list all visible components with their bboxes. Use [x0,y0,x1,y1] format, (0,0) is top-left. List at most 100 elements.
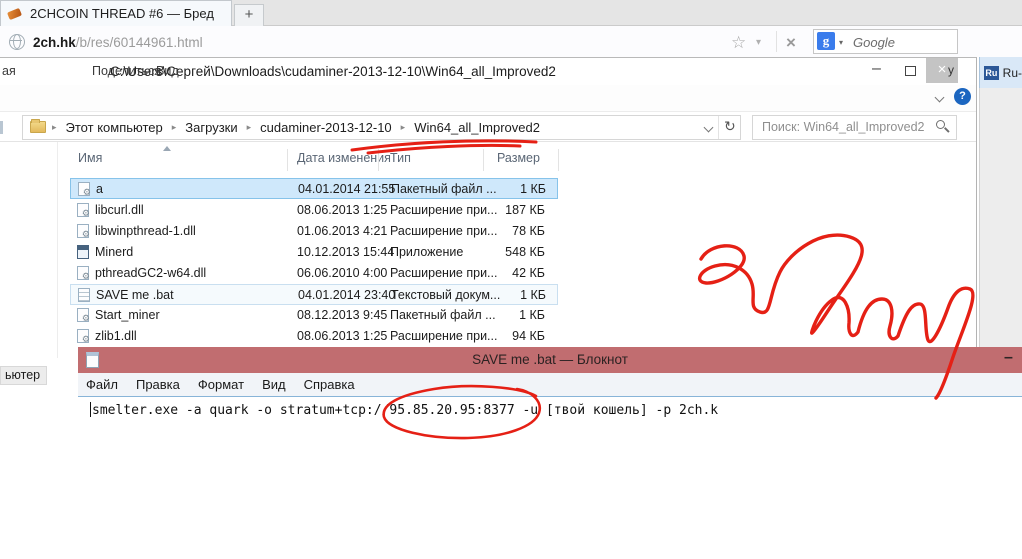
divider [776,31,777,52]
column-header-name[interactable]: Имя [78,151,102,165]
column-header-size[interactable]: Размер [497,151,540,165]
text-file-icon [78,288,90,302]
batch-file-icon [78,182,91,198]
file-name: Start_miner [95,308,160,322]
breadcrumb: ▸ Этот компьютер ▸ Загрузки ▸ cudaminer-… [52,120,540,135]
table-row[interactable]: a 04.01.2014 21:55 Пакетный файл ... 1 К… [70,178,558,199]
menu-view[interactable]: Вид [262,377,286,392]
breadcrumb-downloads[interactable]: Загрузки [185,120,237,135]
minimize-button[interactable]: – [872,60,881,78]
divider [718,116,719,139]
notepad-menubar: Файл Правка Формат Вид Справка [78,373,1022,396]
file-size: 1 КБ [520,182,546,196]
ribbon-tab-home[interactable]: ая [2,64,16,78]
menu-format[interactable]: Формат [198,377,244,392]
breadcrumb-cudaminer[interactable]: cudaminer-2013-12-10 [260,120,392,135]
language-ru-icon[interactable]: Ru [984,65,999,80]
ribbon-tab-view[interactable]: Вид [156,64,179,78]
refresh-button[interactable]: ↻ [724,118,736,135]
favorites-star-icon[interactable]: ☆ [731,33,746,53]
file-size: 1 КБ [520,288,546,302]
folder-icon [30,119,46,133]
ribbon-bar [0,85,976,112]
google-logo-icon[interactable]: g [817,32,835,50]
file-date: 06.06.2010 4:00 [297,266,388,280]
sidebar-item-this-pc[interactable]: ьютер [0,366,48,385]
file-name: a [96,182,103,196]
file-name: libwinpthread-1.dll [95,224,196,238]
menu-help[interactable]: Справка [304,377,355,392]
divider [378,149,379,171]
background-panel [979,88,1022,348]
file-size: 94 КБ [512,329,545,343]
globe-icon [9,34,25,50]
help-button[interactable]: ? [954,88,971,105]
file-date: 04.01.2014 23:40 [298,288,396,302]
browser-tab-active[interactable]: 2CHCOIN THREAD #6 — Бред [0,0,232,26]
file-type: Приложение [390,245,464,259]
stop-button[interactable]: × [786,33,796,53]
text-caret [90,402,91,417]
file-size: 187 КБ [505,203,545,217]
divider [483,149,484,171]
file-date: 08.06.2013 1:25 [297,329,388,343]
table-row[interactable]: libwinpthread-1.dll 01.06.2013 4:21 Расш… [70,221,558,242]
table-row[interactable]: libcurl.dll 08.06.2013 1:25 Расширение п… [70,200,558,221]
breadcrumb-sep-icon: ▸ [171,122,177,132]
search-placeholder: Google [853,35,895,50]
table-row[interactable]: pthreadGC2-w64.dll 06.06.2010 4:00 Расши… [70,263,558,284]
new-tab-button[interactable]: + [234,4,264,26]
notepad-title: SAVE me .bat — Блокнот [472,352,628,367]
notepad-content[interactable]: smelter.exe -a quark -o stratum+tcp://95… [92,403,718,418]
dll-file-icon [77,203,90,219]
table-row[interactable]: Start_miner 08.12.2013 9:45 Пакетный фай… [70,305,558,326]
url-path: /b/res/60144961.html [75,35,203,50]
table-row[interactable]: SAVE me .bat 04.01.2014 23:40 Текстовый … [70,284,558,305]
breadcrumb-this-pc[interactable]: Этот компьютер [66,120,163,135]
batch-file-icon [77,308,90,324]
notepad-window: SAVE me .bat — Блокнот – Файл Правка Фор… [78,347,1022,559]
nav-button-fragment [0,121,3,134]
language-bar[interactable]: Ru Ru- [979,57,1022,88]
file-name: libcurl.dll [95,203,144,217]
divider [57,142,58,358]
table-row[interactable]: zlib1.dll 08.06.2013 1:25 Расширение при… [70,326,558,347]
breadcrumb-sep-icon: ▸ [52,122,57,132]
language-label: Ru- [1002,65,1022,80]
explorer-window: C:\Users\Сергей\Downloads\cudaminer-2013… [0,57,977,358]
menu-edit[interactable]: Правка [136,377,180,392]
table-row[interactable]: Minerd 10.12.2013 15:44 Приложение 548 К… [70,242,558,263]
file-size: 42 КБ [512,266,545,280]
explorer-search-value: Поиск: Win64_all_Improved2 [762,120,925,134]
dll-file-icon [77,266,90,282]
search-provider-dropdown-icon[interactable]: ▾ [839,38,843,47]
breadcrumb-win64[interactable]: Win64_all_Improved2 [414,120,540,135]
maximize-button[interactable] [905,66,916,76]
column-header-type[interactable]: Тип [390,151,411,165]
menu-file[interactable]: Файл [86,377,118,392]
sort-ascending-icon [163,146,171,151]
divider [558,149,559,171]
minimize-button[interactable]: – [1004,349,1013,367]
file-date: 10.12.2013 15:44 [297,245,395,259]
file-size: 78 КБ [512,224,545,238]
file-name: zlib1.dll [95,329,137,343]
search-icon[interactable] [936,120,945,129]
breadcrumb-sep-icon: ▸ [400,122,406,132]
file-size: 548 КБ [505,245,545,259]
langbar-fragment: у [948,63,954,77]
column-header-date[interactable]: Дата изменения [297,151,391,165]
favorites-dropdown-icon[interactable]: ▾ [756,37,761,48]
breadcrumb-sep-icon: ▸ [246,122,252,132]
dll-file-icon [77,224,90,240]
tab-title: 2CHCOIN THREAD #6 — Бред [30,6,214,21]
file-name: pthreadGC2-w64.dll [95,266,207,280]
file-date: 04.01.2014 21:55 [298,182,396,196]
file-name: SAVE me .bat [96,288,174,302]
ribbon-tab-share[interactable]: Поделиться [92,64,161,78]
divider [78,396,1022,397]
url-field[interactable]: 2ch.hk/b/res/60144961.html [33,35,203,50]
file-date: 01.06.2013 4:21 [297,224,388,238]
app-file-icon [77,245,89,259]
desktop: 2CHCOIN THREAD #6 — Бред + 2ch.hk/b/res/… [0,0,1022,559]
